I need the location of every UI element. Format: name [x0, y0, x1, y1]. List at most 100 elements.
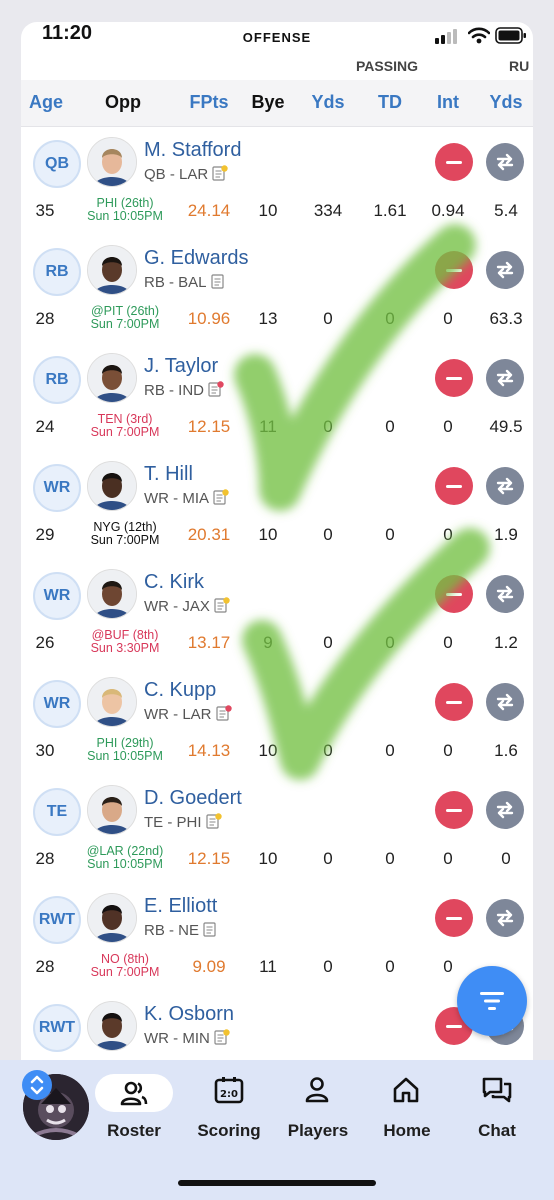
position-badge[interactable]: TE: [33, 788, 81, 836]
tab-roster[interactable]: Roster: [94, 1074, 184, 1146]
wifi-icon: [468, 27, 490, 44]
col-opp[interactable]: Opp: [93, 92, 153, 113]
position-badge[interactable]: WR: [33, 680, 81, 728]
swap-arrows-icon: [496, 801, 514, 819]
note-icon[interactable]: [210, 273, 227, 289]
trade-player-button[interactable]: [486, 359, 524, 397]
player-photo-icon: [88, 138, 136, 186]
position-badge[interactable]: WR: [33, 464, 81, 512]
player-name[interactable]: G. Edwards: [144, 247, 248, 270]
rushing-yards: 49.5: [489, 417, 523, 436]
trade-player-button[interactable]: [486, 683, 524, 721]
drop-player-button[interactable]: [435, 683, 473, 721]
player-name[interactable]: C. Kirk: [144, 571, 204, 594]
col-td[interactable]: TD: [361, 92, 419, 113]
passing-yards: 0: [323, 633, 333, 652]
player-avatar[interactable]: [87, 893, 137, 943]
player-row[interactable]: QB M. Stafford QB - LAR 35 PHI (26th) Sun 10:…: [21, 128, 533, 237]
trade-player-button[interactable]: [486, 467, 524, 505]
position-badge[interactable]: RB: [33, 248, 81, 296]
people-icon: [120, 1081, 148, 1106]
col-rush-yds[interactable]: Yds: [479, 92, 533, 113]
position-badge[interactable]: RWT: [33, 1004, 81, 1052]
player-name[interactable]: K. Osborn: [144, 1003, 234, 1026]
player-row[interactable]: WR T. Hill WR - MIA 29 NYG (12th) Sun 7:00PM 2…: [21, 452, 533, 561]
col-age[interactable]: Age: [23, 92, 69, 113]
drop-player-button[interactable]: [435, 359, 473, 397]
note-icon[interactable]: [215, 705, 232, 721]
tab-home[interactable]: Home: [362, 1076, 452, 1146]
fantasy-points: 12.15: [187, 417, 231, 436]
rushing-yards: 1.9: [494, 525, 518, 544]
bye-week: 11: [259, 957, 277, 976]
tab-label-roster: Roster: [107, 1121, 161, 1140]
player-row[interactable]: WR C. Kirk WR - JAX 26 @BUF (8th) Sun 3:30PM 1…: [21, 560, 533, 669]
column-header: Age Opp FPts Bye Yds TD Int Yds: [21, 80, 533, 127]
player-avatar[interactable]: [87, 353, 137, 403]
home-indicator[interactable]: [178, 1180, 376, 1186]
swap-arrows-icon: [496, 477, 514, 495]
passing-yards: 0: [323, 417, 333, 436]
tab-chat[interactable]: Chat: [452, 1076, 542, 1146]
note-icon[interactable]: [212, 165, 228, 181]
col-fpts[interactable]: FPts: [181, 92, 237, 113]
note-icon[interactable]: [213, 489, 229, 505]
player-row[interactable]: RWT E. Elliott RB - NE 28 NO (8th) Sun 7:00PM…: [21, 884, 533, 993]
tab-players[interactable]: Players: [273, 1076, 363, 1146]
player-avatar[interactable]: [87, 137, 137, 187]
drop-player-button[interactable]: [435, 575, 473, 613]
player-name[interactable]: T. Hill: [144, 463, 193, 486]
interceptions: 0: [443, 957, 453, 976]
note-icon[interactable]: [208, 381, 224, 397]
drop-player-button[interactable]: [435, 791, 473, 829]
drop-player-button[interactable]: [435, 143, 473, 181]
player-row[interactable]: TE D. Goedert TE - PHI 28 @LAR (22nd) Sun 10:…: [21, 776, 533, 885]
col-pass-yds[interactable]: Yds: [298, 92, 358, 113]
game-time: Sun 7:00PM: [90, 965, 160, 979]
position-badge[interactable]: QB: [33, 140, 81, 188]
opponent-info: @PIT (26th) Sun 7:00PM: [73, 305, 177, 331]
trade-player-button[interactable]: [486, 251, 524, 289]
drop-player-button[interactable]: [435, 467, 473, 505]
col-bye[interactable]: Bye: [243, 92, 293, 113]
drop-player-button[interactable]: [435, 899, 473, 937]
game-time: Sun 7:00PM: [90, 317, 160, 331]
col-int[interactable]: Int: [421, 92, 475, 113]
player-avatar[interactable]: [87, 245, 137, 295]
trade-player-button[interactable]: [486, 143, 524, 181]
player-row[interactable]: RB G. Edwards RB - BAL 28 @PIT (26th) Sun 7:0…: [21, 236, 533, 345]
position-badge[interactable]: WR: [33, 572, 81, 620]
note-icon[interactable]: [205, 813, 222, 829]
person-icon: [305, 1077, 329, 1103]
interceptions: 0: [443, 741, 453, 760]
tab-label-home: Home: [383, 1121, 431, 1140]
filter-button[interactable]: [457, 966, 527, 1036]
rushing-yards: 0: [501, 849, 511, 868]
player-avatar[interactable]: [87, 1001, 137, 1051]
player-avatar[interactable]: [87, 569, 137, 619]
position-badge[interactable]: RB: [33, 356, 81, 404]
player-row[interactable]: RB J. Taylor RB - IND 24 TEN (3rd) Sun 7:00PM…: [21, 344, 533, 453]
team-switch-button[interactable]: [22, 1070, 52, 1100]
player-avatar[interactable]: [87, 677, 137, 727]
trade-player-button[interactable]: [486, 575, 524, 613]
player-name[interactable]: E. Elliott: [144, 895, 217, 918]
fantasy-points: 10.96: [187, 309, 231, 328]
player-avatar[interactable]: [87, 785, 137, 835]
player-name[interactable]: C. Kupp: [144, 679, 216, 702]
interceptions: 0.94: [431, 201, 465, 220]
player-avatar[interactable]: [87, 461, 137, 511]
tab-scoring[interactable]: 2:0 Scoring: [184, 1076, 274, 1146]
player-row[interactable]: WR C. Kupp WR - LAR 30 PHI (29th) Sun 10:05PM…: [21, 668, 533, 777]
rushing-yards: 5.4: [494, 201, 518, 220]
position-badge[interactable]: RWT: [33, 896, 81, 944]
drop-player-button[interactable]: [435, 251, 473, 289]
note-icon[interactable]: [203, 921, 219, 937]
player-name[interactable]: J. Taylor: [144, 355, 218, 378]
trade-player-button[interactable]: [486, 791, 524, 829]
note-icon[interactable]: [214, 1029, 230, 1045]
note-icon[interactable]: [214, 597, 230, 613]
player-name[interactable]: D. Goedert: [144, 787, 242, 810]
player-name[interactable]: M. Stafford: [144, 139, 241, 162]
trade-player-button[interactable]: [486, 899, 524, 937]
